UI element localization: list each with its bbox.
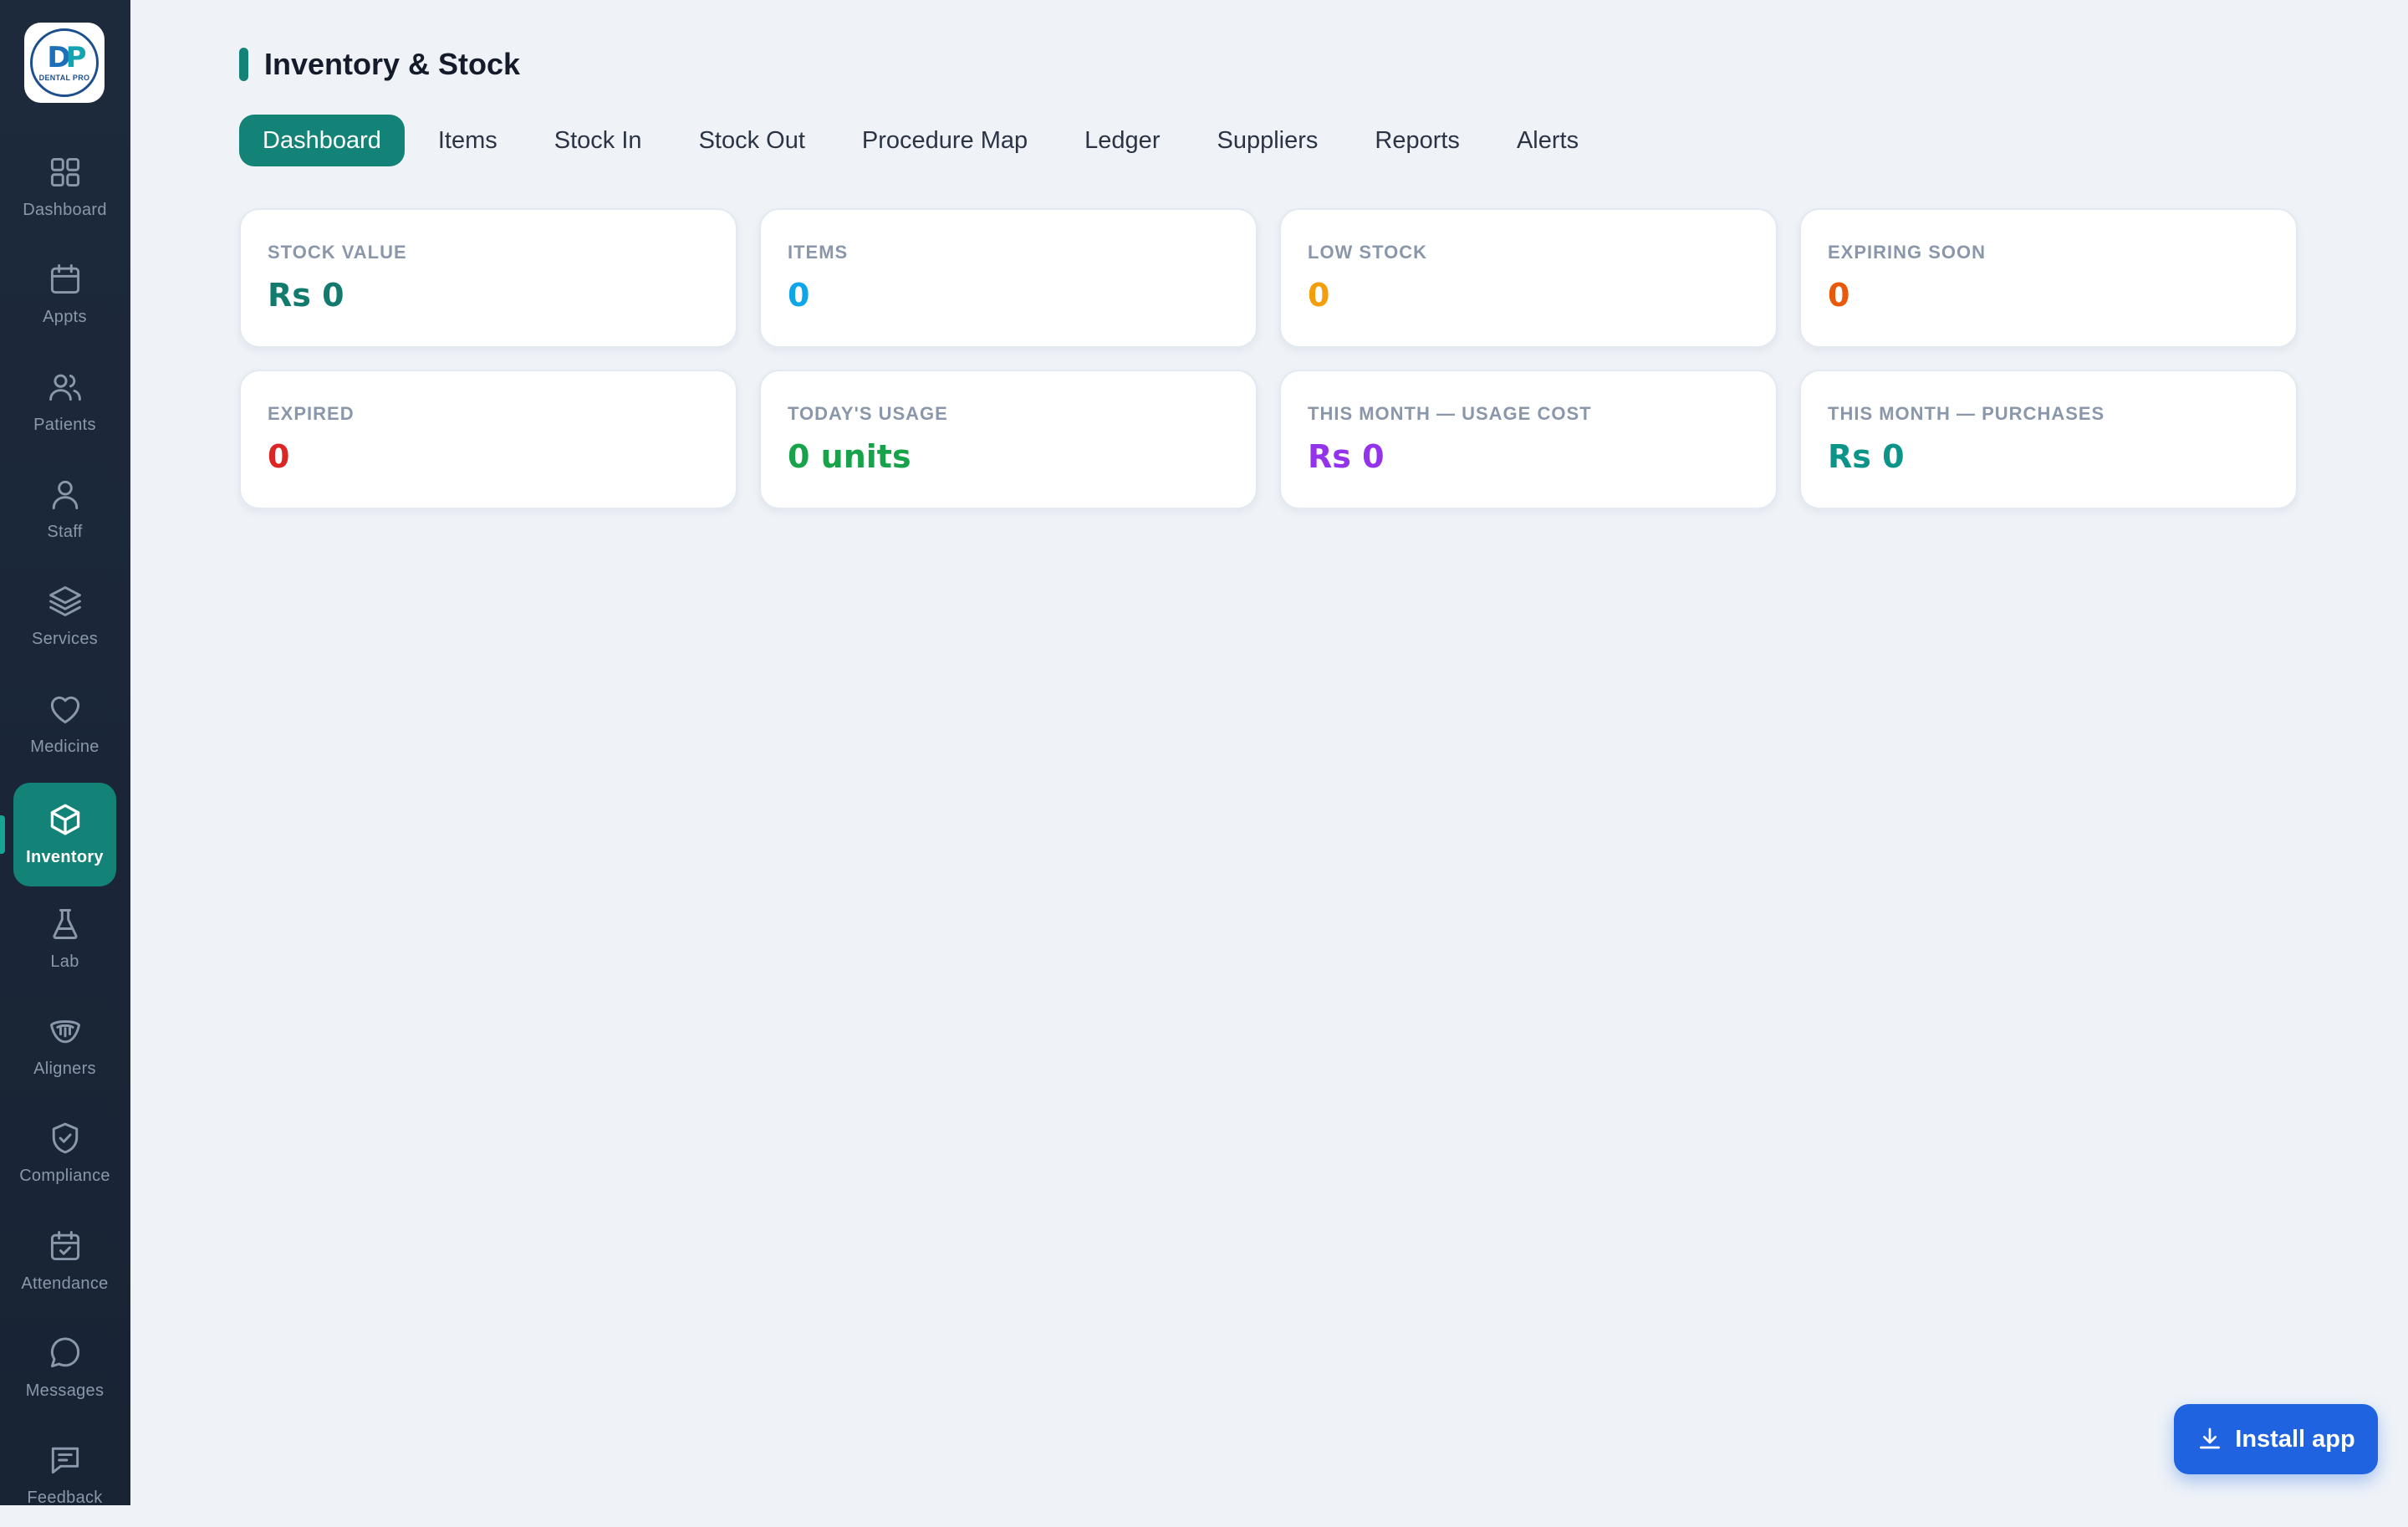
stat-card-todays-usage: TODAY'S USAGE 0 units [759, 370, 1258, 509]
sidebar-item-label: Staff [47, 523, 83, 541]
stat-value: Rs 0 [1308, 438, 1385, 475]
sidebar-item-label: Medicine [30, 738, 99, 756]
flask-icon [53, 909, 77, 939]
logo-mark: DP [47, 41, 86, 74]
page-header: Inventory & Stock [239, 42, 520, 87]
sidebar-item-medicine[interactable]: Medicine [13, 672, 116, 776]
message-icon [50, 1337, 79, 1368]
sidebar-item-services[interactable]: Services [13, 564, 116, 668]
app-logo[interactable]: DP DENTAL PRO [24, 23, 105, 103]
install-app-button[interactable]: Install app [2174, 1404, 2378, 1474]
sidebar-item-label: Appts [43, 308, 87, 326]
sidebar-item-inventory[interactable]: Inventory [13, 783, 116, 886]
user-icon [52, 480, 78, 509]
sidebar-item-label: Messages [25, 1381, 105, 1400]
logo-wordmark: DENTAL PRO [38, 74, 90, 82]
stat-card-month-purchases: THIS MONTH — PURCHASES Rs 0 [1799, 370, 2298, 509]
stat-card-expiring-soon: EXPIRING SOON 0 [1799, 208, 2298, 348]
stat-card-items: ITEMS 0 [759, 208, 1258, 348]
tab-bar: Dashboard Items Stock In Stock Out Proce… [239, 115, 1612, 166]
stat-label: EXPIRED [268, 403, 355, 424]
install-app-label: Install app [2235, 1425, 2355, 1453]
sidebar-item-lab[interactable]: Lab [13, 887, 116, 991]
tab-stock-out[interactable]: Stock Out [676, 115, 829, 166]
tab-suppliers[interactable]: Suppliers [1193, 115, 1341, 166]
sidebar-item-compliance[interactable]: Compliance [13, 1101, 116, 1205]
feedback-icon [51, 1447, 79, 1474]
tab-reports[interactable]: Reports [1351, 115, 1483, 166]
sidebar-item-messages[interactable]: Messages [13, 1316, 116, 1420]
stat-label: EXPIRING SOON [1828, 242, 1987, 263]
sidebar-item-label: Services [31, 630, 99, 648]
stat-card-expired: EXPIRED 0 [239, 370, 737, 509]
sidebar-item-staff[interactable]: Staff [13, 457, 116, 561]
logo-badge: DP DENTAL PRO [30, 28, 99, 97]
sidebar-item-label: Patients [33, 416, 96, 434]
sidebar-item-label: Attendance [21, 1274, 109, 1293]
stat-label: ITEMS [788, 242, 849, 263]
tab-items[interactable]: Items [415, 115, 521, 166]
box-icon [50, 804, 79, 835]
tab-stock-in[interactable]: Stock In [531, 115, 666, 166]
download-icon [2200, 1427, 2221, 1449]
heart-icon [50, 696, 79, 724]
stat-value: Rs 0 [268, 277, 344, 314]
sidebar-item-label: Dashboard [23, 201, 107, 219]
stat-label: TODAY'S USAGE [788, 403, 948, 424]
stat-value: 0 units [788, 438, 911, 475]
page-title: Inventory & Stock [264, 47, 521, 81]
aligner-icon [49, 1020, 80, 1044]
stat-value: 0 [268, 438, 290, 475]
sidebar-item-label: Lab [50, 952, 79, 971]
sidebar-item-aligners[interactable]: Aligners [13, 994, 116, 1098]
stat-label: THIS MONTH — USAGE COST [1308, 403, 1592, 424]
grid-icon [50, 157, 79, 187]
stat-value: 0 [788, 277, 810, 314]
tab-alerts[interactable]: Alerts [1493, 115, 1602, 166]
tab-ledger[interactable]: Ledger [1061, 115, 1183, 166]
stat-label: THIS MONTH — PURCHASES [1828, 403, 2105, 424]
sidebar-item-label: Aligners [33, 1060, 96, 1078]
sidebar-item-patients[interactable]: Patients [13, 350, 116, 454]
sidebar-item-feedback[interactable]: Feedback [13, 1423, 116, 1527]
stat-card-low-stock: LOW STOCK 0 [1279, 208, 1778, 348]
shield-check-icon [52, 1122, 78, 1154]
sidebar-item-dashboard[interactable]: Dashboard [13, 135, 116, 239]
stat-card-stock-value: STOCK VALUE Rs 0 [239, 208, 737, 348]
stat-value: 0 [1828, 277, 1850, 314]
calendar-check-icon [50, 1231, 79, 1261]
stat-label: LOW STOCK [1308, 242, 1428, 263]
users-icon [48, 374, 81, 401]
sidebar-item-label: Inventory [26, 848, 104, 866]
layers-icon [48, 586, 81, 616]
sidebar-item-label: Compliance [19, 1167, 110, 1185]
active-indicator [0, 815, 5, 854]
tab-dashboard[interactable]: Dashboard [239, 115, 405, 166]
stat-label: STOCK VALUE [268, 242, 407, 263]
sidebar-item-attendance[interactable]: Attendance [13, 1209, 116, 1313]
title-accent [239, 48, 248, 81]
stat-value: Rs 0 [1828, 438, 1905, 475]
stat-card-month-usage-cost: THIS MONTH — USAGE COST Rs 0 [1279, 370, 1778, 509]
tab-procedure-map[interactable]: Procedure Map [839, 115, 1051, 166]
stat-value: 0 [1308, 277, 1330, 314]
sidebar: DP DENTAL PRO Dashboard Appts Patients S… [0, 0, 130, 1507]
calendar-icon [50, 264, 79, 294]
sidebar-item-appts[interactable]: Appts [13, 243, 116, 346]
